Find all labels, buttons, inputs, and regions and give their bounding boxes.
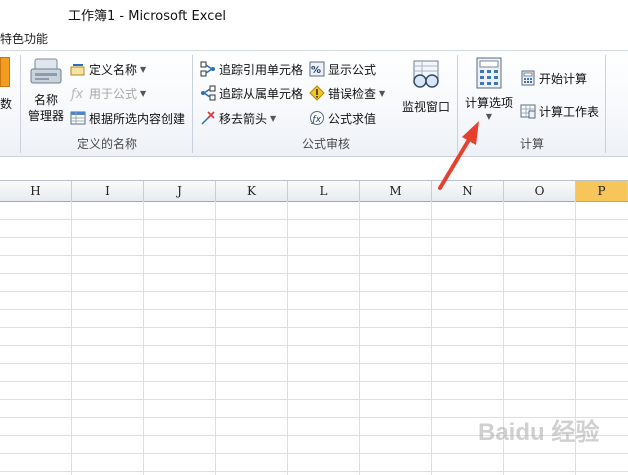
define-name-icon [70, 64, 85, 76]
watch-window-button[interactable]: 监视窗口 [400, 59, 452, 115]
column-header-n[interactable]: N [432, 181, 504, 201]
show-formulas-icon: % [309, 61, 325, 77]
show-formulas-label: 显示公式 [328, 62, 377, 77]
window-title: 工作簿1 - Microsoft Excel [68, 9, 226, 24]
partial-button-label: 数 [0, 97, 13, 111]
chevron-down-icon: ▼ [485, 112, 493, 121]
show-formulas-button[interactable]: % 显示公式 [309, 59, 376, 79]
use-in-formula-button[interactable]: ƒx 用于公式 ▼ [70, 83, 146, 103]
tab-special-features[interactable]: 特色功能 [0, 30, 48, 47]
svg-text:ƒx: ƒx [70, 87, 84, 101]
row-gridline [0, 399, 628, 400]
column-header-i[interactable]: I [72, 181, 144, 201]
group-separator [20, 55, 21, 153]
row-gridline [0, 291, 628, 292]
column-gridline [143, 201, 144, 475]
watch-window-label: 监视窗口 [401, 100, 450, 114]
row-gridline [0, 327, 628, 328]
title-bar: 工作簿1 - Microsoft Excel [0, 0, 628, 26]
trace-precedents-icon [200, 61, 215, 77]
calculate-now-icon [521, 70, 535, 86]
calculate-sheet-label: 计算工作表 [539, 104, 600, 119]
row-gridline [0, 381, 628, 382]
calculate-now-button[interactable]: 开始计算 [520, 68, 587, 88]
use-in-formula-icon: ƒx [70, 87, 84, 101]
trace-dependents-button[interactable]: 追踪从属单元格 [200, 83, 303, 103]
trace-precedents-label: 追踪引用单元格 [219, 62, 304, 77]
create-from-selection-label: 根据所选内容创建 [89, 111, 186, 126]
column-header-m[interactable]: M [360, 181, 432, 201]
name-manager-icon [30, 58, 62, 84]
group-label-defined-names: 定义的名称 [77, 137, 138, 151]
chevron-down-icon: ▼ [379, 88, 386, 98]
create-from-selection-button[interactable]: 根据所选内容创建 [70, 108, 185, 128]
watermark: Baidu 经验 [478, 419, 600, 446]
row-gridline [0, 471, 628, 472]
error-checking-icon [309, 85, 325, 101]
calculate-now-label: 开始计算 [539, 71, 588, 86]
column-header-k[interactable]: K [216, 181, 288, 201]
row-gridline [0, 237, 628, 238]
column-header-h[interactable]: H [0, 181, 72, 201]
row-gridline [0, 255, 628, 256]
define-name-label: 定义名称 [89, 62, 138, 77]
group-label-calculation: 计算 [520, 137, 545, 151]
trace-precedents-button[interactable]: 追踪引用单元格 [200, 59, 303, 79]
ribbon: 数 名称 管理器 定义名称 ▼ ƒx 用于公式 ▼ 根据所选内容创建 定义的名称 追… [0, 50, 628, 157]
define-name-button[interactable]: 定义名称 ▼ [70, 59, 146, 79]
column-header-o[interactable]: O [504, 181, 576, 201]
row-gridline [0, 273, 628, 274]
row-gridline [0, 309, 628, 310]
column-header-row: HIJKLMNOP [0, 180, 628, 202]
chevron-down-icon: ▼ [140, 64, 147, 74]
remove-arrows-button[interactable]: 移去箭头 ▼ [200, 108, 276, 128]
evaluate-formula-icon: ƒx [310, 111, 324, 125]
column-gridline [71, 201, 72, 475]
remove-arrows-icon [201, 111, 215, 125]
trace-dependents-label: 追踪从属单元格 [219, 86, 304, 101]
column-gridline [431, 201, 432, 475]
calculator-icon [476, 57, 502, 89]
formula-bar[interactable] [0, 156, 628, 179]
error-checking-label: 错误检查 [328, 86, 377, 101]
column-gridline [215, 201, 216, 475]
watch-window-icon [413, 60, 439, 88]
column-gridline [359, 201, 360, 475]
svg-text:ƒx: ƒx [311, 115, 322, 125]
calculate-sheet-button[interactable]: 计算工作表 [520, 101, 599, 121]
group-separator [605, 55, 606, 153]
row-gridline [0, 363, 628, 364]
svg-text:%: % [311, 65, 321, 76]
function-library-icon [0, 57, 10, 87]
chevron-down-icon: ▼ [140, 88, 147, 98]
remove-arrows-label: 移去箭头 [219, 111, 268, 126]
row-gridline [0, 219, 628, 220]
partial-function-button[interactable]: 数 [0, 57, 16, 112]
row-gridline [0, 345, 628, 346]
group-label-formula-auditing: 公式审核 [302, 137, 351, 151]
calculate-sheet-icon [520, 104, 536, 119]
row-gridline [0, 453, 628, 454]
create-from-selection-icon [70, 111, 86, 125]
trace-dependents-icon [201, 85, 216, 101]
column-header-j[interactable]: J [144, 181, 216, 201]
name-manager-button[interactable]: 名称 管理器 [24, 57, 68, 124]
column-gridline [287, 201, 288, 475]
evaluate-formula-button[interactable]: ƒx 公式求值 [309, 108, 376, 128]
chevron-down-icon: ▼ [270, 113, 277, 123]
evaluate-formula-label: 公式求值 [328, 111, 377, 126]
error-checking-button[interactable]: 错误检查 ▼ [309, 83, 385, 103]
column-header-p[interactable]: P [576, 181, 628, 201]
use-in-formula-label: 用于公式 [89, 86, 138, 101]
calculation-options-button[interactable]: 计算选项 ▼ [462, 57, 516, 121]
name-manager-label: 名称 管理器 [27, 93, 64, 123]
group-separator [457, 55, 458, 153]
column-header-l[interactable]: L [288, 181, 360, 201]
calculation-options-label: 计算选项 [464, 96, 513, 110]
ribbon-tab-row: 特色功能 [0, 26, 628, 50]
group-separator [192, 55, 193, 153]
